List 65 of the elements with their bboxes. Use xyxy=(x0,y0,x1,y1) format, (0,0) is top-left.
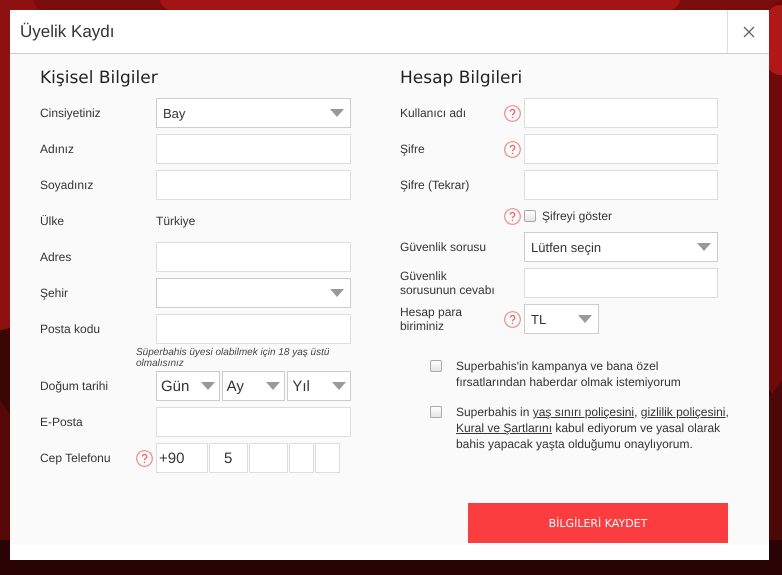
input-field[interactable] xyxy=(524,98,718,128)
checkbox[interactable] xyxy=(430,360,442,372)
field-label: Doğum tarihi xyxy=(40,379,110,393)
select-field[interactable]: TL xyxy=(524,304,599,334)
phone-field[interactable]: 5 xyxy=(209,443,248,473)
select-field[interactable]: Bay xyxy=(156,98,351,128)
section-heading: Kişisel Bilgiler xyxy=(40,67,159,90)
caret-icon xyxy=(200,382,215,390)
input-field[interactable] xyxy=(524,170,718,200)
input-field[interactable] xyxy=(156,134,351,164)
help-icon[interactable] xyxy=(504,140,521,158)
help-icon[interactable] xyxy=(136,450,153,466)
policy-link[interactable]: yaş sınırı poliçesini xyxy=(532,405,634,419)
date-select[interactable]: Gün xyxy=(156,371,220,401)
dialog-title: Üyelik Kaydı xyxy=(19,22,116,42)
save-button[interactable]: BİLGİLERİ KAYDET xyxy=(468,503,728,543)
input-field[interactable] xyxy=(524,134,718,164)
field-label: Şifre (Tekrar) xyxy=(400,178,470,192)
policy-link[interactable]: Kural ve Şartlarını xyxy=(456,421,552,435)
field-label: E-Posta xyxy=(40,415,84,429)
phone-field[interactable] xyxy=(315,443,340,473)
date-select[interactable]: Yıl xyxy=(287,371,352,401)
phone-field[interactable]: +90 xyxy=(156,443,208,473)
caret-icon xyxy=(266,382,280,390)
field-label: Posta kodu xyxy=(40,322,102,336)
select-field[interactable]: Lütfen seçin xyxy=(524,232,718,262)
help-icon[interactable] xyxy=(504,310,521,328)
help-icon[interactable] xyxy=(504,104,521,122)
field-label: Şifre xyxy=(400,142,426,156)
field-label: Güvenlik sorusu xyxy=(400,240,488,254)
close-icon xyxy=(742,26,754,38)
phone-field[interactable] xyxy=(289,443,314,473)
field-label: Soyadınız xyxy=(40,178,94,192)
select-field[interactable] xyxy=(156,278,351,308)
field-label: Güvenlik sorusunun cevabı xyxy=(400,269,496,297)
caret-icon xyxy=(330,109,344,117)
caret-icon xyxy=(332,382,346,390)
field-label: Hesap para biriminiz xyxy=(400,305,464,333)
policy-link[interactable]: gizlilik poliçesini xyxy=(640,405,726,419)
date-select[interactable]: Ay xyxy=(222,371,286,401)
caret-icon xyxy=(578,315,592,323)
field-label: Şehir xyxy=(40,286,70,300)
consent-text: Superbahis in yaş sınırı poliçesini, gizlilik poliçesini, Kural ve Şartlarını kabul ediyorum ve yasal olarak bahis yapacak yaşta olduğumu onaylıyorum. xyxy=(456,404,730,452)
input-field[interactable] xyxy=(156,242,351,272)
field-label: Cep Telefonu xyxy=(40,451,112,465)
field-label: Adres xyxy=(40,250,72,264)
field-label: Ülke xyxy=(40,214,66,228)
input-field[interactable] xyxy=(156,170,351,200)
caret-icon xyxy=(697,243,711,251)
section-heading: Hesap Bilgileri xyxy=(400,67,524,90)
checkbox[interactable] xyxy=(524,210,536,222)
phone-field[interactable] xyxy=(249,443,288,473)
input-field[interactable] xyxy=(156,407,351,437)
field-label: Cinsiyetiniz xyxy=(40,106,102,120)
checkbox[interactable] xyxy=(430,406,442,418)
age-note: Süperbahis üyesi olabilmek için 18 yaş üstü olmalısınız xyxy=(136,347,330,369)
help-icon[interactable] xyxy=(504,208,521,224)
checkbox-label[interactable]: Şifreyi göster xyxy=(542,209,612,223)
caret-icon xyxy=(330,289,344,297)
input-field[interactable] xyxy=(156,314,351,344)
field-value: Türkiye xyxy=(156,214,196,228)
field-label: Adınız xyxy=(40,142,76,156)
field-label: Kullanıcı adı xyxy=(400,106,468,120)
consent-text: Superbahis'in kampanya ve bana özel fırsatlarından haberdar olmak istemiyorum xyxy=(456,358,682,390)
input-field[interactable] xyxy=(524,268,718,298)
